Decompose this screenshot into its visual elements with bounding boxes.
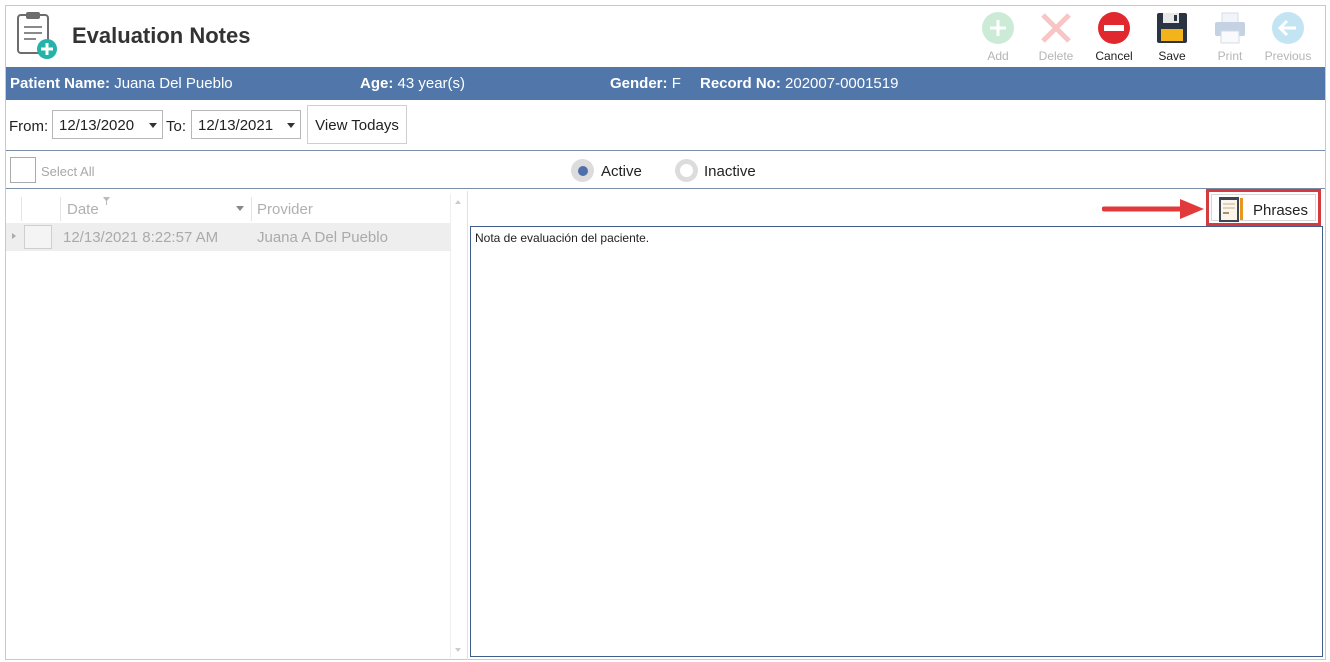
patient-name-label: Patient Name: <box>10 75 111 92</box>
note-text: Nota de evaluación del paciente. <box>475 231 650 245</box>
row-expand-icon[interactable] <box>12 233 16 239</box>
date-filter-row: From: 12/13/2020 To: 12/13/2021 View Tod… <box>6 103 1325 151</box>
patient-record: Record No: 202007-0001519 <box>700 75 898 92</box>
print-button[interactable]: Print <box>1201 9 1259 65</box>
from-label: From: <box>9 118 49 135</box>
chevron-down-icon[interactable] <box>236 206 244 211</box>
add-button[interactable]: Add <box>969 9 1027 65</box>
add-label: Add <box>987 49 1009 63</box>
arrow-right-icon <box>1102 199 1204 219</box>
gender-label: Gender: <box>610 75 668 92</box>
chevron-down-icon[interactable] <box>149 123 157 128</box>
inactive-radio[interactable] <box>675 159 698 182</box>
delete-icon <box>1041 13 1071 43</box>
grid-scrollbar[interactable] <box>450 194 466 658</box>
grid-header: Date Provider <box>6 194 450 222</box>
arrow-left-icon <box>1272 12 1304 44</box>
active-label: Active <box>601 163 642 180</box>
cancel-label: Cancel <box>1095 49 1133 63</box>
record-value: 202007-0001519 <box>785 75 899 92</box>
status-filter-row: Select All Active Inactive <box>6 152 1325 189</box>
active-radio[interactable] <box>571 159 594 182</box>
select-all-label: Select All <box>41 164 95 179</box>
row-checkbox[interactable] <box>24 225 52 249</box>
cancel-icon <box>1098 12 1130 44</box>
toolbar: Add Delete Cancel Save Print Previous <box>969 9 1317 65</box>
scroll-down-icon[interactable] <box>455 648 461 652</box>
notes-grid: Date Provider 12/13/2021 8:22:57 AM Juan… <box>6 191 468 660</box>
print-label: Print <box>1217 49 1243 63</box>
previous-button[interactable]: Previous <box>1259 9 1317 65</box>
record-label: Record No: <box>700 75 781 92</box>
clipboard-icon <box>1219 197 1243 222</box>
to-date-value: 12/13/2021 <box>198 117 274 134</box>
phrases-label: Phrases <box>1253 202 1309 219</box>
column-header-date[interactable]: Date <box>67 194 99 222</box>
age-label: Age: <box>360 75 394 92</box>
phrases-button[interactable]: Phrases <box>1206 189 1321 226</box>
save-label: Save <box>1158 49 1186 63</box>
from-date-value: 12/13/2020 <box>59 117 135 134</box>
delete-label: Delete <box>1038 49 1074 63</box>
add-icon <box>982 12 1014 44</box>
select-all-checkbox[interactable] <box>10 157 36 183</box>
chevron-down-icon[interactable] <box>287 123 295 128</box>
patient-name-value: Juana Del Pueblo <box>114 75 233 92</box>
gender-value: F <box>671 75 681 92</box>
note-text-editor[interactable]: Nota de evaluación del paciente. <box>470 226 1323 657</box>
printer-icon <box>1215 12 1245 44</box>
to-label: To: <box>166 118 187 135</box>
age-value: 43 year(s) <box>397 75 466 92</box>
previous-label: Previous <box>1264 49 1312 63</box>
patient-name: Patient Name: Juana Del Pueblo <box>10 75 233 92</box>
delete-button[interactable]: Delete <box>1027 9 1085 65</box>
filter-icon[interactable] <box>103 197 110 205</box>
from-date-picker[interactable]: 12/13/2020 <box>52 110 163 139</box>
inactive-label: Inactive <box>704 163 756 180</box>
header: Evaluation Notes Add Delete Cancel Save … <box>6 6 1325 66</box>
patient-info-bar: Patient Name: Juana Del Pueblo Age: 43 y… <box>6 67 1325 100</box>
row-date: 12/13/2021 8:22:57 AM <box>63 229 219 246</box>
cancel-button[interactable]: Cancel <box>1085 9 1143 65</box>
save-icon <box>1157 13 1187 43</box>
table-row[interactable]: 12/13/2021 8:22:57 AM Juana A Del Pueblo <box>6 223 450 251</box>
save-button[interactable]: Save <box>1143 9 1201 65</box>
evaluation-notes-window: Evaluation Notes Add Delete Cancel Save … <box>5 5 1326 660</box>
scroll-up-icon[interactable] <box>455 200 461 204</box>
notes-add-icon <box>17 12 57 59</box>
to-date-picker[interactable]: 12/13/2021 <box>191 110 301 139</box>
patient-age: Age: 43 year(s) <box>360 75 465 92</box>
view-todays-button[interactable]: View Todays <box>307 105 407 144</box>
row-provider: Juana A Del Pueblo <box>257 229 388 246</box>
patient-gender: Gender: F <box>610 75 681 92</box>
column-header-provider[interactable]: Provider <box>257 194 313 222</box>
page-title: Evaluation Notes <box>72 23 251 48</box>
